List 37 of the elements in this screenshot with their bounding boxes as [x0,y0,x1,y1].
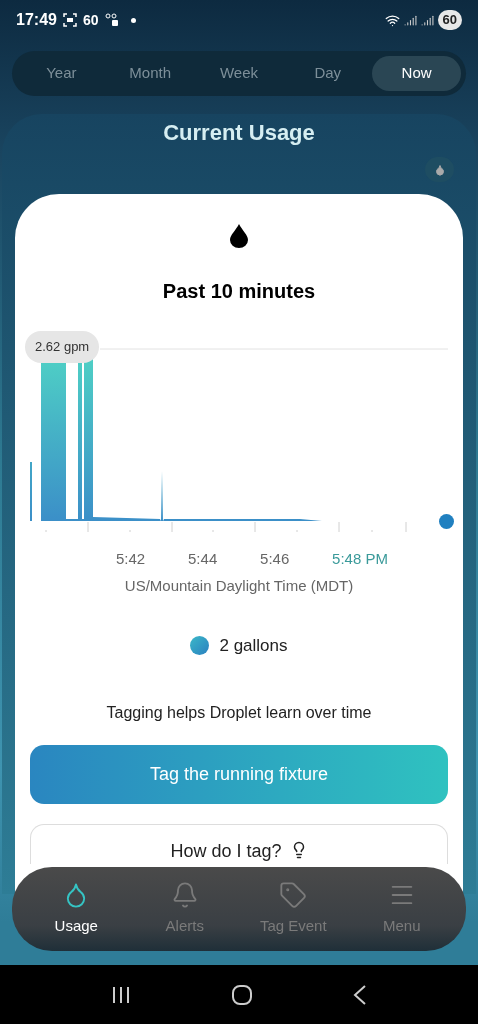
legend-label: 2 gallons [219,635,288,657]
period-tab[interactable]: Now [372,56,461,91]
signal-icon [420,13,434,27]
tag-icon [279,880,308,909]
time-axis-label: 5:42 [116,549,146,569]
how-to-tag-button[interactable]: How do I tag? [30,823,448,864]
chart-heading: Past 10 minutes [161,279,317,304]
signal-icon [403,13,417,27]
tagging-hint: Tagging helps Droplet learn over time [105,702,373,723]
back-icon [353,984,368,1005]
page-title: Current Usage [162,119,316,147]
value-tooltip: 2.62 gpm [25,331,100,363]
drop-button[interactable] [425,157,454,182]
status-time: 17:49 [16,10,57,30]
period-tab[interactable]: Week [194,56,284,91]
period-tab[interactable]: Year [17,56,106,91]
time-axis-label: 5:46 [260,549,290,569]
timezone-label: US/Mountain Daylight Time (MDT) [123,575,355,596]
voicemail-icon [104,13,119,27]
nav-tab[interactable]: Usage [22,880,131,938]
nav-tab[interactable]: Tag Event [239,880,348,938]
tag-fixture-button[interactable]: Tag the running fixture [30,744,448,804]
nav-tab[interactable]: Menu [347,880,456,938]
status-indicator: 60 [82,10,99,30]
period-tab[interactable]: Month [105,56,195,91]
battery-indicator: 60 [437,10,462,30]
drop-icon [433,163,446,176]
time-axis-label: 5:44 [188,549,218,569]
time-axis-label: 5:48 PM [332,549,388,569]
screenshot-icon [62,13,77,27]
home-icon [232,984,252,1005]
wifi-icon [384,12,400,28]
period-tab[interactable]: Day [283,56,373,91]
recent-apps-icon [110,985,131,1004]
current-point [439,514,454,529]
drop-icon [230,224,248,248]
nav-tab[interactable]: Alerts [130,880,239,938]
